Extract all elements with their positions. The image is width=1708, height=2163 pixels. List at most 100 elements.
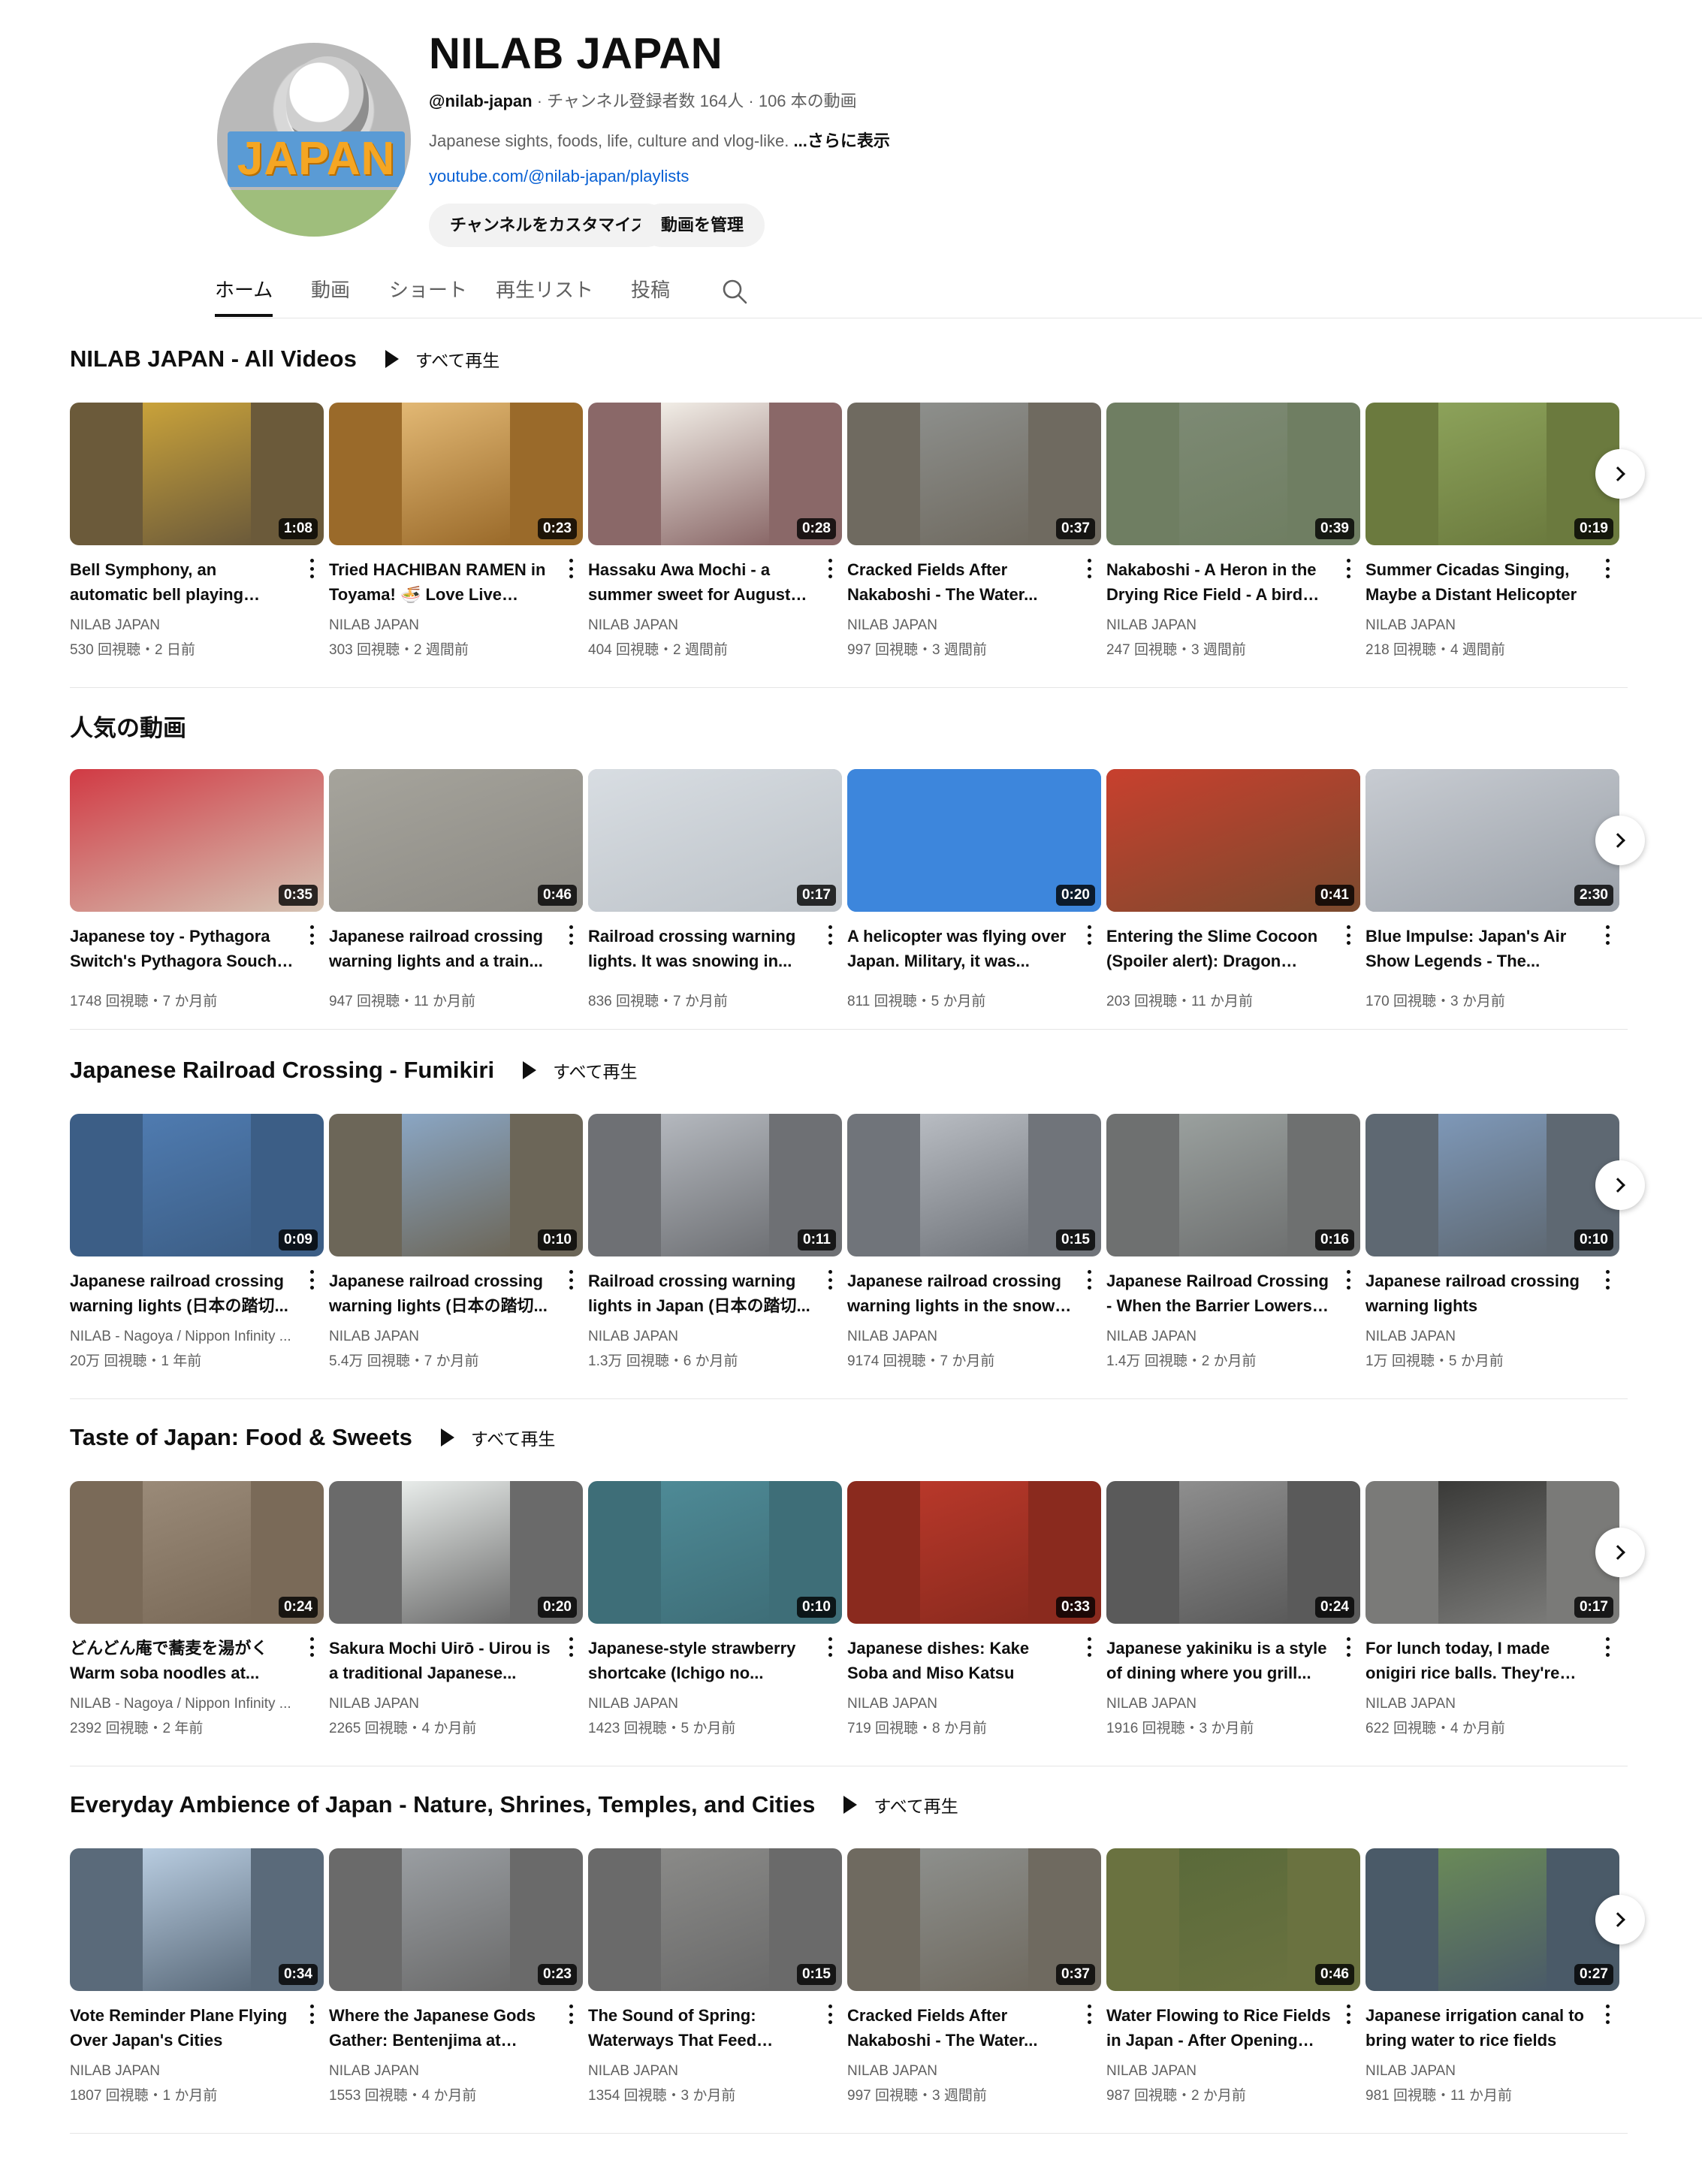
video-channel-name[interactable]: NILAB JAPAN: [847, 2063, 1073, 2080]
tab-videos[interactable]: 動画: [311, 275, 350, 317]
video-thumbnail[interactable]: 0:15: [588, 1848, 842, 1991]
video-channel-name[interactable]: NILAB JAPAN: [1106, 2063, 1332, 2080]
video-channel-name[interactable]: NILAB JAPAN: [1106, 617, 1332, 634]
video-channel-name[interactable]: NILAB JAPAN: [1365, 617, 1591, 634]
video-channel-name[interactable]: NILAB JAPAN: [847, 617, 1073, 634]
video-title[interactable]: Japanese railroad crossing warning light…: [329, 924, 554, 973]
video-title[interactable]: Cracked Fields After Nakaboshi - The Wat…: [847, 557, 1073, 607]
video-thumbnail[interactable]: 0:46: [1106, 1848, 1360, 1991]
more-options-icon[interactable]: [827, 925, 833, 945]
video-card[interactable]: 0:39 Nakaboshi - A Heron in the Drying Ri…: [1106, 403, 1360, 658]
video-thumbnail[interactable]: 0:34: [70, 1848, 324, 1991]
video-channel-name[interactable]: NILAB JAPAN: [1106, 1696, 1332, 1712]
shelf-title[interactable]: NILAB JAPAN - All Videos: [70, 345, 357, 373]
more-options-icon[interactable]: [568, 559, 574, 578]
tab-playlists[interactable]: 再生リスト: [496, 275, 593, 317]
video-card[interactable]: 0:16 Japanese Railroad Crossing - When th…: [1106, 1114, 1360, 1369]
video-title[interactable]: Nakaboshi - A Heron in the Drying Rice F…: [1106, 557, 1332, 607]
more-options-icon[interactable]: [309, 2005, 315, 2024]
video-channel-name[interactable]: NILAB JAPAN: [588, 2063, 813, 2080]
video-title[interactable]: For lunch today, I made onigiri rice bal…: [1365, 1636, 1591, 1685]
video-channel-name[interactable]: NILAB JAPAN: [329, 1329, 554, 1345]
tab-shorts[interactable]: ショート: [389, 275, 467, 317]
more-options-icon[interactable]: [1086, 1637, 1092, 1657]
video-title[interactable]: Railroad crossing warning lights. It was…: [588, 924, 813, 973]
video-card[interactable]: 0:11 Railroad crossing warning lights in …: [588, 1114, 842, 1369]
shelf-title[interactable]: Japanese Railroad Crossing - Fumikiri: [70, 1057, 494, 1084]
video-card[interactable]: 0:34 Vote Reminder Plane Flying Over Japa…: [70, 1848, 324, 2104]
video-title[interactable]: Japanese railroad crossing warning light…: [847, 1269, 1073, 1318]
video-thumbnail[interactable]: 0:41: [1106, 769, 1360, 912]
video-card[interactable]: 0:15 The Sound of Spring: Waterways That …: [588, 1848, 842, 2104]
video-thumbnail[interactable]: 0:20: [847, 769, 1101, 912]
video-channel-name[interactable]: NILAB JAPAN: [847, 1696, 1073, 1712]
video-card[interactable]: 0:23 Tried HACHIBAN RAMEN in Toyama! 🍜 Lo…: [329, 403, 583, 658]
video-title[interactable]: Japanese-style strawberry shortcake (Ich…: [588, 1636, 813, 1685]
more-options-icon[interactable]: [1086, 1270, 1092, 1290]
more-options-icon[interactable]: [1604, 559, 1610, 578]
more-options-icon[interactable]: [1086, 559, 1092, 578]
video-card[interactable]: 0:10 Japanese-style strawberry shortcake …: [588, 1481, 842, 1736]
play-all-button[interactable]: すべて再生: [523, 1057, 638, 1083]
video-title[interactable]: Japanese dishes: Kake Soba and Miso Kats…: [847, 1636, 1073, 1685]
video-card[interactable]: 0:41 Entering the Slime Cocoon (Spoiler a…: [1106, 769, 1360, 1024]
video-title[interactable]: Tried HACHIBAN RAMEN in Toyama! 🍜 Love L…: [329, 557, 554, 607]
video-title[interactable]: Japanese yakiniku is a style of dining w…: [1106, 1636, 1332, 1685]
video-card[interactable]: 1:08 Bell Symphony, an automatic bell pla…: [70, 403, 324, 658]
more-options-icon[interactable]: [827, 1270, 833, 1290]
next-arrow-button[interactable]: [1595, 816, 1645, 865]
shelf-title[interactable]: Taste of Japan: Food & Sweets: [70, 1424, 412, 1451]
video-thumbnail[interactable]: 0:33: [847, 1481, 1101, 1624]
more-options-icon[interactable]: [827, 1637, 833, 1657]
video-thumbnail[interactable]: 0:09: [70, 1114, 324, 1256]
video-card[interactable]: 0:28 Hassaku Awa Mochi - a summer sweet f…: [588, 403, 842, 658]
video-card[interactable]: 0:17 For lunch today, I made onigiri rice…: [1365, 1481, 1619, 1736]
more-options-icon[interactable]: [1345, 925, 1351, 945]
video-card[interactable]: 0:35 Japanese toy - Pythagora Switch's Py…: [70, 769, 324, 1024]
tab-home[interactable]: ホーム: [215, 275, 273, 317]
video-card[interactable]: 2:30 Blue Impulse: Japan's Air Show Legen…: [1365, 769, 1619, 1024]
video-channel-name[interactable]: NILAB JAPAN: [1365, 1329, 1591, 1345]
video-thumbnail[interactable]: 0:27: [1365, 1848, 1619, 1991]
video-card[interactable]: 0:15 Japanese railroad crossing warning l…: [847, 1114, 1101, 1369]
video-card[interactable]: 0:24 Japanese yakiniku is a style of dini…: [1106, 1481, 1360, 1736]
video-thumbnail[interactable]: 0:17: [588, 769, 842, 912]
video-channel-name[interactable]: NILAB JAPAN: [1365, 1696, 1591, 1712]
video-channel-name[interactable]: NILAB JAPAN: [329, 1696, 554, 1712]
video-channel-name[interactable]: NILAB JAPAN: [70, 617, 295, 634]
video-thumbnail[interactable]: 0:19: [1365, 403, 1619, 545]
video-card[interactable]: 0:20 A helicopter was flying over Japan. …: [847, 769, 1101, 1024]
video-title[interactable]: Japanese railroad crossing warning light…: [329, 1269, 554, 1318]
more-options-icon[interactable]: [1086, 2005, 1092, 2024]
video-title[interactable]: Railroad crossing warning lights in Japa…: [588, 1269, 813, 1318]
video-card[interactable]: 0:23 Where the Japanese Gods Gather: Bent…: [329, 1848, 583, 2104]
shelf-title[interactable]: Everyday Ambience of Japan - Nature, Shr…: [70, 1791, 815, 1818]
video-title[interactable]: Cracked Fields After Nakaboshi - The Wat…: [847, 2003, 1073, 2053]
video-thumbnail[interactable]: 0:28: [588, 403, 842, 545]
video-title[interactable]: Where the Japanese Gods Gather: Bentenji…: [329, 2003, 554, 2053]
video-card[interactable]: 0:46 Water Flowing to Rice Fields in Japa…: [1106, 1848, 1360, 2104]
video-channel-name[interactable]: NILAB JAPAN: [588, 1696, 813, 1712]
video-title[interactable]: Hassaku Awa Mochi - a summer sweet for A…: [588, 557, 813, 607]
video-title[interactable]: Entering the Slime Cocoon (Spoiler alert…: [1106, 924, 1332, 973]
video-thumbnail[interactable]: 0:37: [847, 403, 1101, 545]
video-channel-name[interactable]: NILAB JAPAN: [329, 2063, 554, 2080]
video-title[interactable]: Japanese railroad crossing warning light…: [1365, 1269, 1591, 1318]
video-channel-name[interactable]: NILAB JAPAN: [329, 617, 554, 634]
video-card[interactable]: 0:24 どんどん庵で蕎麦を湯がく Warm soba noodles at...…: [70, 1481, 324, 1736]
video-card[interactable]: 0:46 Japanese railroad crossing warning l…: [329, 769, 583, 1024]
video-title[interactable]: Blue Impulse: Japan's Air Show Legends -…: [1365, 924, 1591, 973]
more-options-icon[interactable]: [309, 925, 315, 945]
video-thumbnail[interactable]: 1:08: [70, 403, 324, 545]
video-card[interactable]: 0:09 Japanese railroad crossing warning l…: [70, 1114, 324, 1369]
more-options-icon[interactable]: [568, 925, 574, 945]
video-thumbnail[interactable]: 2:30: [1365, 769, 1619, 912]
more-options-icon[interactable]: [309, 1270, 315, 1290]
video-thumbnail[interactable]: 0:15: [847, 1114, 1101, 1256]
tab-posts[interactable]: 投稿: [631, 275, 670, 317]
video-title[interactable]: A helicopter was flying over Japan. Mili…: [847, 924, 1073, 973]
video-channel-name[interactable]: NILAB JAPAN: [1365, 2063, 1591, 2080]
next-arrow-button[interactable]: [1595, 449, 1645, 499]
customize-channel-button[interactable]: チャンネルをカスタマイズ: [429, 204, 668, 247]
more-options-icon[interactable]: [309, 559, 315, 578]
